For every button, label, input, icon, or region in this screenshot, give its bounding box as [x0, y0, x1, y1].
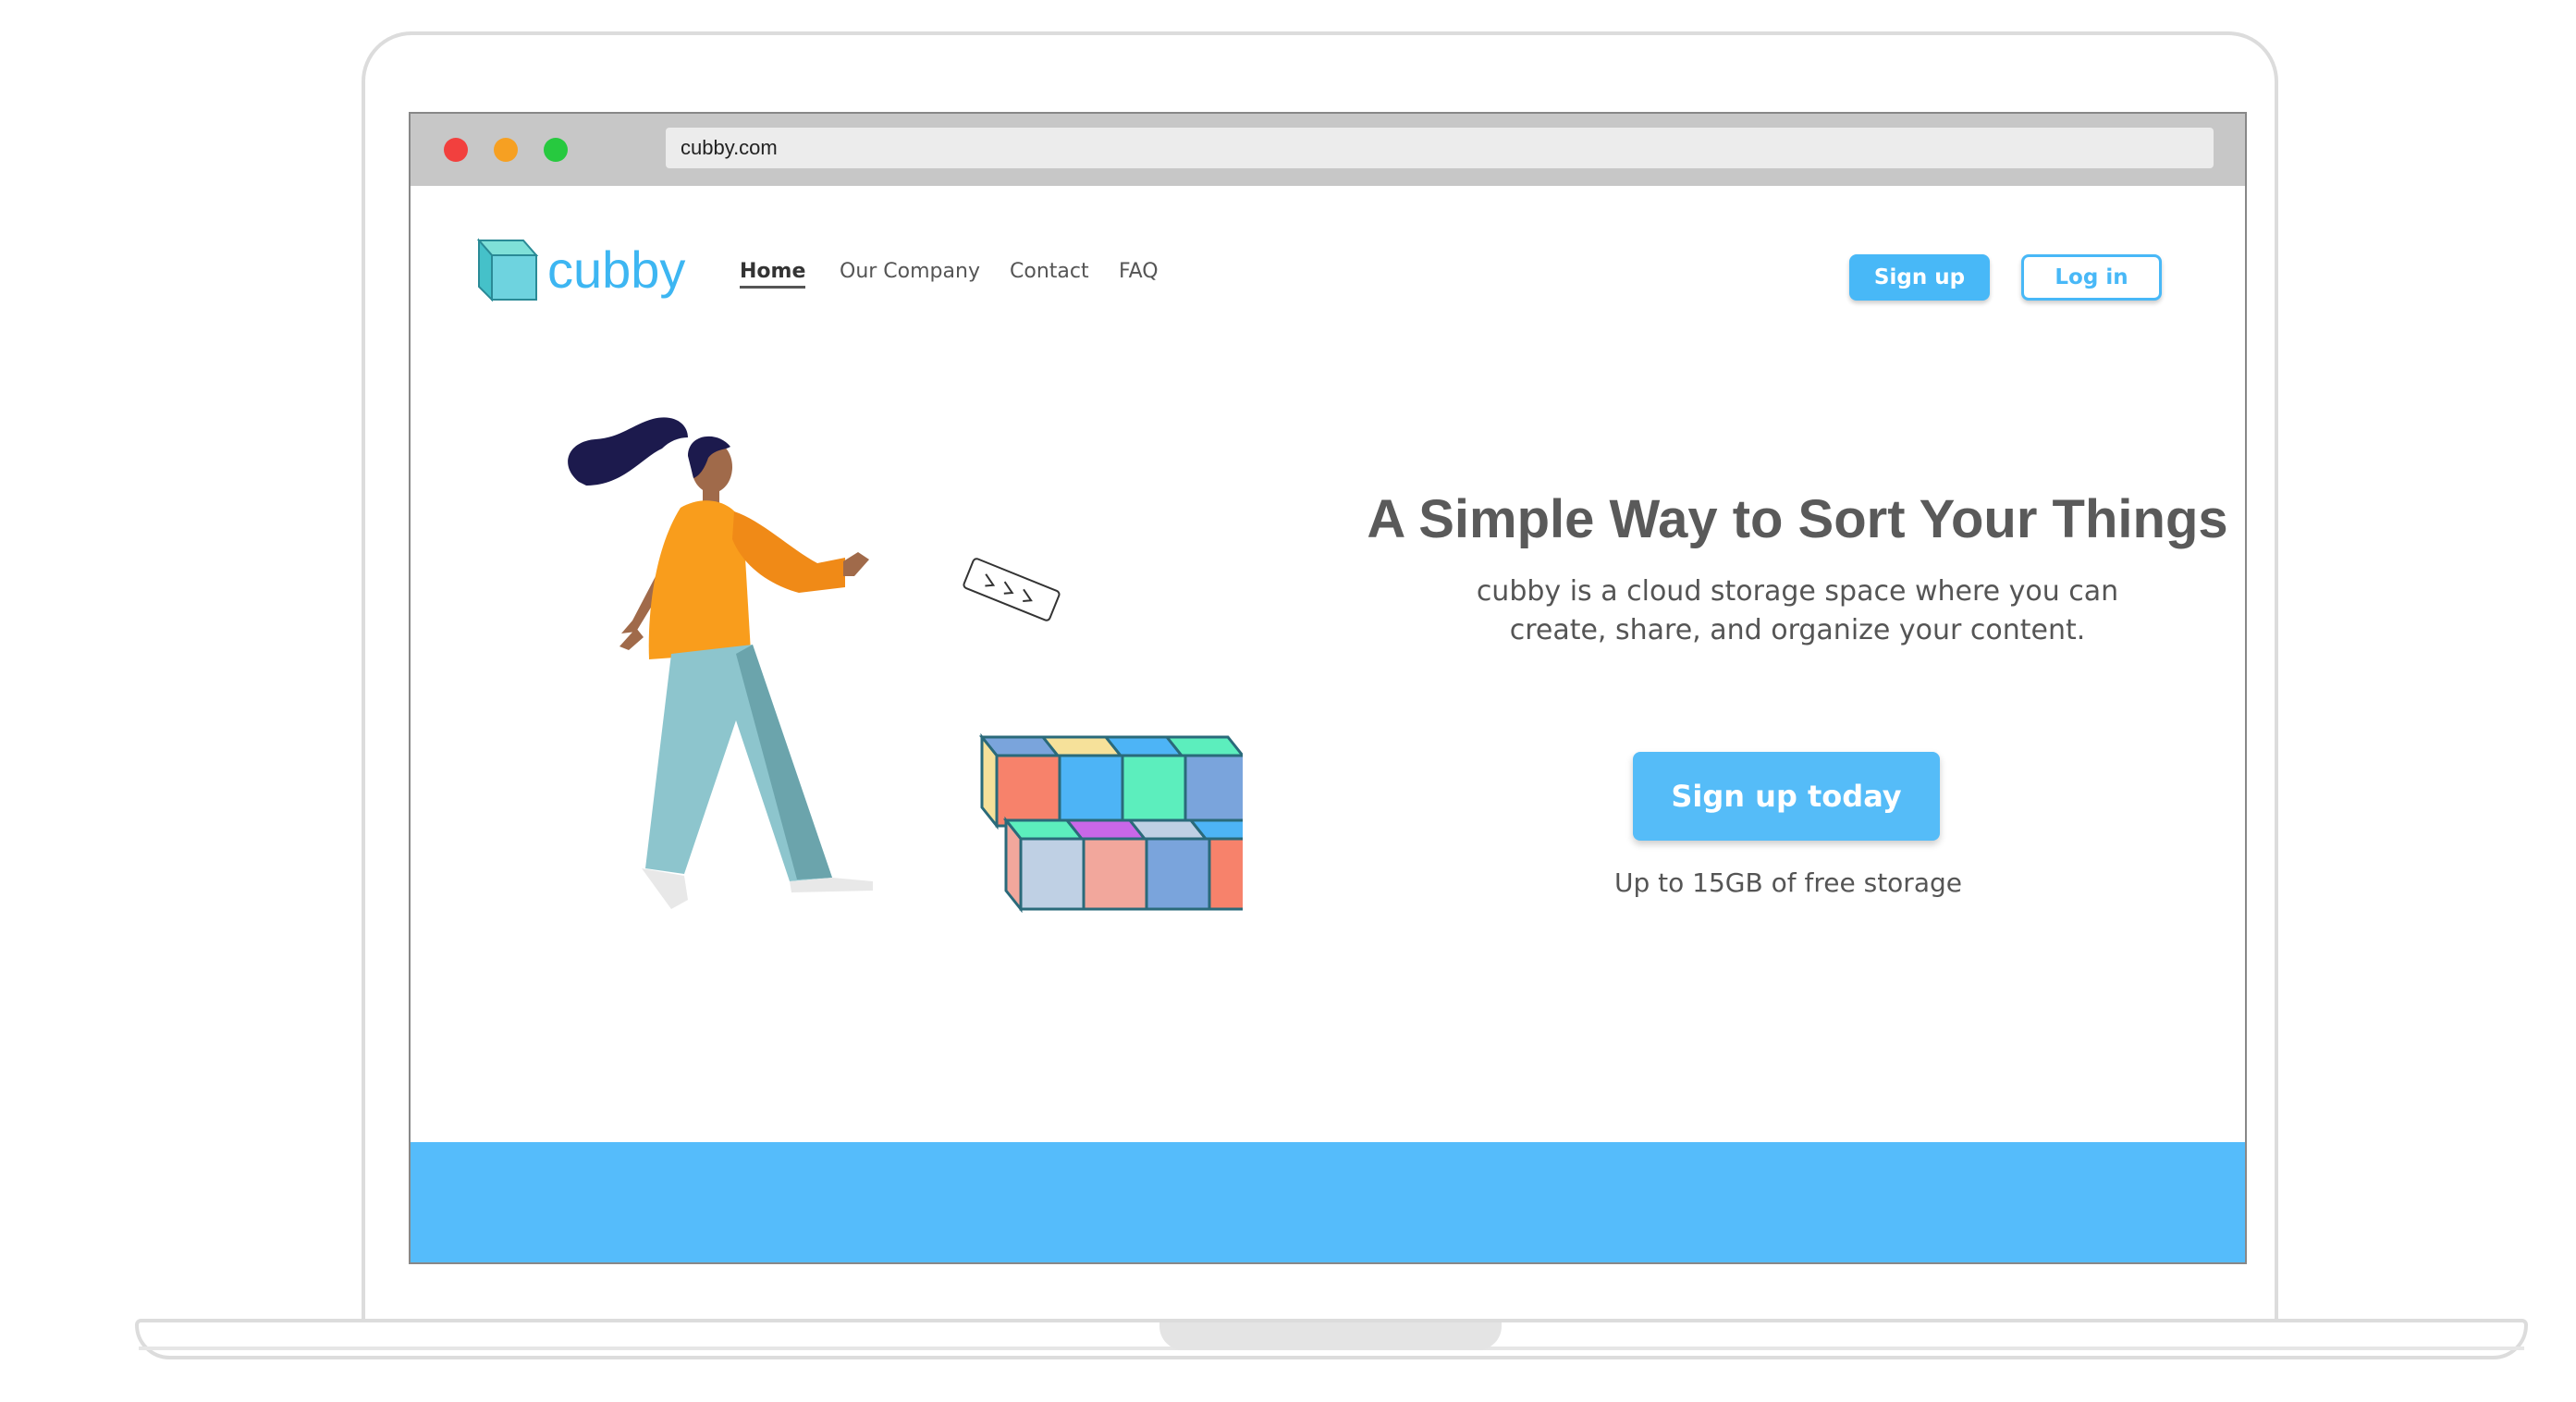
storage-cubes-illustration: [978, 732, 1243, 914]
login-button[interactable]: Log in: [2021, 254, 2162, 301]
hero-subtext-line2: create, share, and organize your content…: [1509, 614, 2086, 646]
storage-note: Up to 15GB of free storage: [1614, 867, 1962, 898]
hero-headline: A Simple Way to Sort Your Things: [1367, 489, 2228, 549]
laptop-notch: [1159, 1322, 1502, 1350]
hero-subtext: cubby is a cloud storage space where you…: [1381, 572, 2214, 650]
walking-woman-illustration: [568, 417, 873, 909]
footer-band: [411, 1142, 2245, 1262]
signup-today-button[interactable]: Sign up today: [1633, 752, 1940, 841]
browser-window: cubby.com cubby Home Our Company Contact…: [409, 112, 2247, 1264]
signup-button[interactable]: Sign up: [1849, 254, 1990, 301]
hero-subtext-line1: cubby is a cloud storage space where you…: [1476, 575, 2119, 608]
document-illustration: [963, 558, 1061, 621]
hero-illustration: [568, 417, 1243, 914]
